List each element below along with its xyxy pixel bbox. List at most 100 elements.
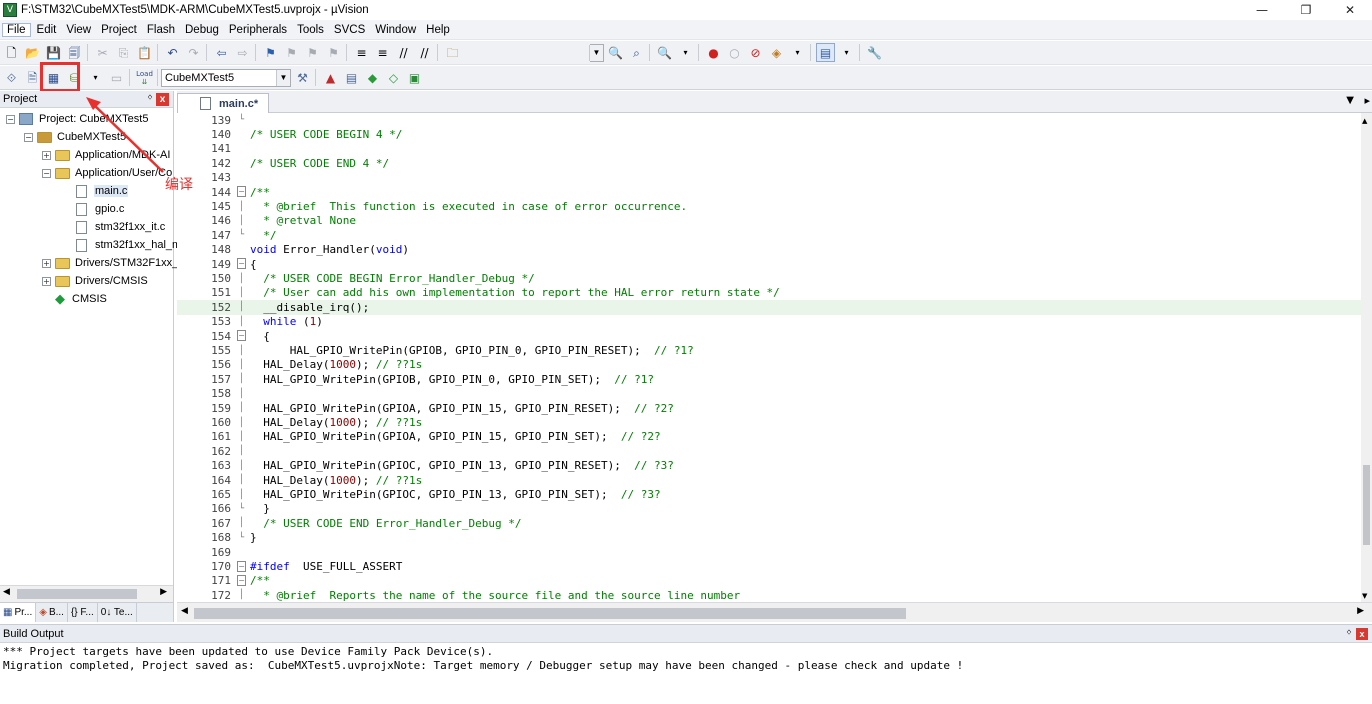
code-line[interactable]: 170− #ifdef USE_FULL_ASSERT: [177, 559, 1361, 573]
tree-item-file-it[interactable]: stm32f1xx_it.c: [76, 218, 166, 236]
menu-edit[interactable]: Edit: [33, 24, 61, 36]
collapse-icon[interactable]: −: [6, 114, 15, 124]
layout-dropdown-icon[interactable]: ▾: [788, 43, 807, 62]
disable-breakpoint-icon[interactable]: ○: [725, 43, 744, 62]
expand-icon[interactable]: +: [42, 258, 51, 268]
find-icon[interactable]: 🔍: [606, 43, 625, 62]
tree-item-group-drivers-cmsis[interactable]: + Drivers/CMSIS: [42, 272, 149, 290]
code-line[interactable]: 171−/**: [177, 574, 1361, 588]
clear-bookmarks-icon[interactable]: ⚑: [324, 43, 343, 62]
code-line[interactable]: 159 │ HAL_GPIO_WritePin(GPIOA, GPIO_PIN_1…: [177, 401, 1361, 415]
code-line[interactable]: 169: [177, 545, 1361, 559]
scroll-down-icon[interactable]: ▼: [1362, 592, 1367, 600]
undo-icon[interactable]: ↶: [163, 43, 182, 62]
load-download-icon[interactable]: Load ⇊: [135, 68, 154, 87]
editor-vertical-scrollbar[interactable]: ▲ ▼: [1361, 113, 1372, 602]
menu-flash[interactable]: Flash: [143, 24, 179, 36]
menu-project[interactable]: Project: [97, 24, 141, 36]
fold-collapse-icon[interactable]: −: [233, 186, 250, 198]
fold-collapse-icon[interactable]: −: [233, 574, 250, 586]
pack-installer-icon[interactable]: ◇: [384, 68, 403, 87]
code-line[interactable]: 152 │ __disable_irq();: [177, 300, 1361, 315]
code-line[interactable]: 145 │ * @brief This function is executed …: [177, 199, 1361, 213]
stop-build-icon[interactable]: ▭: [107, 68, 126, 87]
scroll-thumb[interactable]: [194, 608, 906, 619]
fold-collapse-icon[interactable]: −: [233, 330, 250, 342]
code-line[interactable]: 163 │ HAL_GPIO_WritePin(GPIOC, GPIO_PIN_1…: [177, 459, 1361, 473]
code-line[interactable]: 168 └}: [177, 531, 1361, 545]
scroll-right-icon[interactable]: ▶: [160, 587, 167, 597]
select-packs-icon[interactable]: ◆: [363, 68, 382, 87]
unindent-icon[interactable]: ≡: [373, 43, 392, 62]
code-line[interactable]: 162 │: [177, 444, 1361, 458]
expand-icon[interactable]: +: [42, 276, 51, 286]
debug-session-icon[interactable]: 🔍: [655, 43, 674, 62]
menu-view[interactable]: View: [62, 24, 95, 36]
code-line[interactable]: 156 │ HAL_Delay(1000); // ??1s: [177, 358, 1361, 372]
code-line[interactable]: 160 │ HAL_Delay(1000); // ??1s: [177, 415, 1361, 429]
new-file-icon[interactable]: 🗋: [2, 43, 21, 62]
expand-icon[interactable]: +: [42, 150, 51, 160]
paste-icon[interactable]: 📋: [135, 43, 154, 62]
fold-collapse-icon[interactable]: −: [233, 258, 250, 270]
pin-icon[interactable]: ᛜ: [1346, 628, 1352, 639]
collapse-icon[interactable]: −: [42, 168, 51, 178]
code-line[interactable]: 157 │ HAL_GPIO_WritePin(GPIOB, GPIO_PIN_0…: [177, 372, 1361, 386]
tree-item-project-root[interactable]: − Project: CubeMXTest5: [6, 110, 149, 128]
collapse-icon[interactable]: −: [24, 132, 33, 142]
uncomment-icon[interactable]: //: [415, 43, 434, 62]
tree-item-cmsis-component[interactable]: ◆ CMSIS: [55, 290, 108, 308]
close-button[interactable]: ✕: [1328, 0, 1372, 20]
target-select[interactable]: CubeMXTest5 ▼: [161, 68, 291, 87]
menu-tools[interactable]: Tools: [293, 24, 328, 36]
scroll-up-icon[interactable]: ▲: [1362, 117, 1367, 125]
code-line[interactable]: 143: [177, 171, 1361, 185]
code-line[interactable]: 153 │ while (1): [177, 315, 1361, 329]
code-line[interactable]: 139 └: [177, 113, 1361, 127]
prev-bookmark-icon[interactable]: ⚑: [282, 43, 301, 62]
window-layout-icon[interactable]: ◈: [767, 43, 786, 62]
minimize-button[interactable]: —: [1240, 0, 1284, 20]
tab-project[interactable]: ▦ Pr...: [0, 603, 37, 622]
menu-help[interactable]: Help: [422, 24, 454, 36]
tab-templates[interactable]: 0↓ Te...: [98, 603, 137, 622]
menu-file[interactable]: File: [2, 22, 31, 37]
tree-item-group-mdk[interactable]: + Application/MDK-AI: [42, 146, 171, 164]
code-line[interactable]: 146 │ * @retval None: [177, 214, 1361, 228]
window-select-icon[interactable]: ▤: [816, 43, 835, 62]
code-line[interactable]: 164 │ HAL_Delay(1000); // ??1s: [177, 473, 1361, 487]
code-line[interactable]: 154− {: [177, 329, 1361, 343]
run-time-env-icon[interactable]: ▣: [405, 68, 424, 87]
code-line[interactable]: 140 /* USER CODE BEGIN 4 */: [177, 127, 1361, 141]
tab-books[interactable]: ◈ B...: [36, 603, 68, 622]
tree-item-group-user[interactable]: − Application/User/Co: [42, 164, 173, 182]
next-bookmark-icon[interactable]: ⚑: [303, 43, 322, 62]
kill-breakpoints-icon[interactable]: ⊘: [746, 43, 765, 62]
code-line[interactable]: 158 │: [177, 387, 1361, 401]
batch-dropdown-icon[interactable]: ▾: [86, 68, 105, 87]
editor-horizontal-scrollbar[interactable]: ◀ ▶: [177, 602, 1372, 622]
code-line[interactable]: 155 │ HAL_GPIO_WritePin(GPIOB, GPIO_PIN_0…: [177, 343, 1361, 357]
scroll-right-icon[interactable]: ▶: [1357, 606, 1364, 616]
window-select-dropdown-icon[interactable]: ▾: [837, 43, 856, 62]
scroll-thumb[interactable]: [17, 589, 137, 599]
cut-icon[interactable]: ✂: [93, 43, 112, 62]
menu-svcs[interactable]: SVCS: [330, 24, 369, 36]
close-tab-icon[interactable]: ▸: [1364, 94, 1370, 107]
close-panel-icon[interactable]: x: [1356, 628, 1368, 640]
menu-peripherals[interactable]: Peripherals: [225, 24, 291, 36]
incremental-find-icon[interactable]: ⌕: [627, 43, 646, 62]
pin-icon[interactable]: ᛜ: [147, 93, 153, 104]
code-line[interactable]: 142 /* USER CODE END 4 */: [177, 156, 1361, 170]
navigate-back-icon[interactable]: ⇦: [212, 43, 231, 62]
code-line[interactable]: 147 └ */: [177, 228, 1361, 242]
code-line[interactable]: 166 └ }: [177, 502, 1361, 516]
configure-wrench-icon[interactable]: 🔧: [865, 43, 884, 62]
tree-item-target[interactable]: − CubeMXTest5: [24, 128, 127, 146]
find-in-files-icon[interactable]: 🗀: [443, 43, 462, 62]
code-line[interactable]: 150 │ /* USER CODE BEGIN Error_Handler_De…: [177, 271, 1361, 285]
target-options-icon[interactable]: ⚒: [293, 68, 312, 87]
translate-icon[interactable]: ⟐: [2, 68, 21, 87]
menu-debug[interactable]: Debug: [181, 24, 223, 36]
maximize-button[interactable]: ❐: [1284, 0, 1328, 20]
